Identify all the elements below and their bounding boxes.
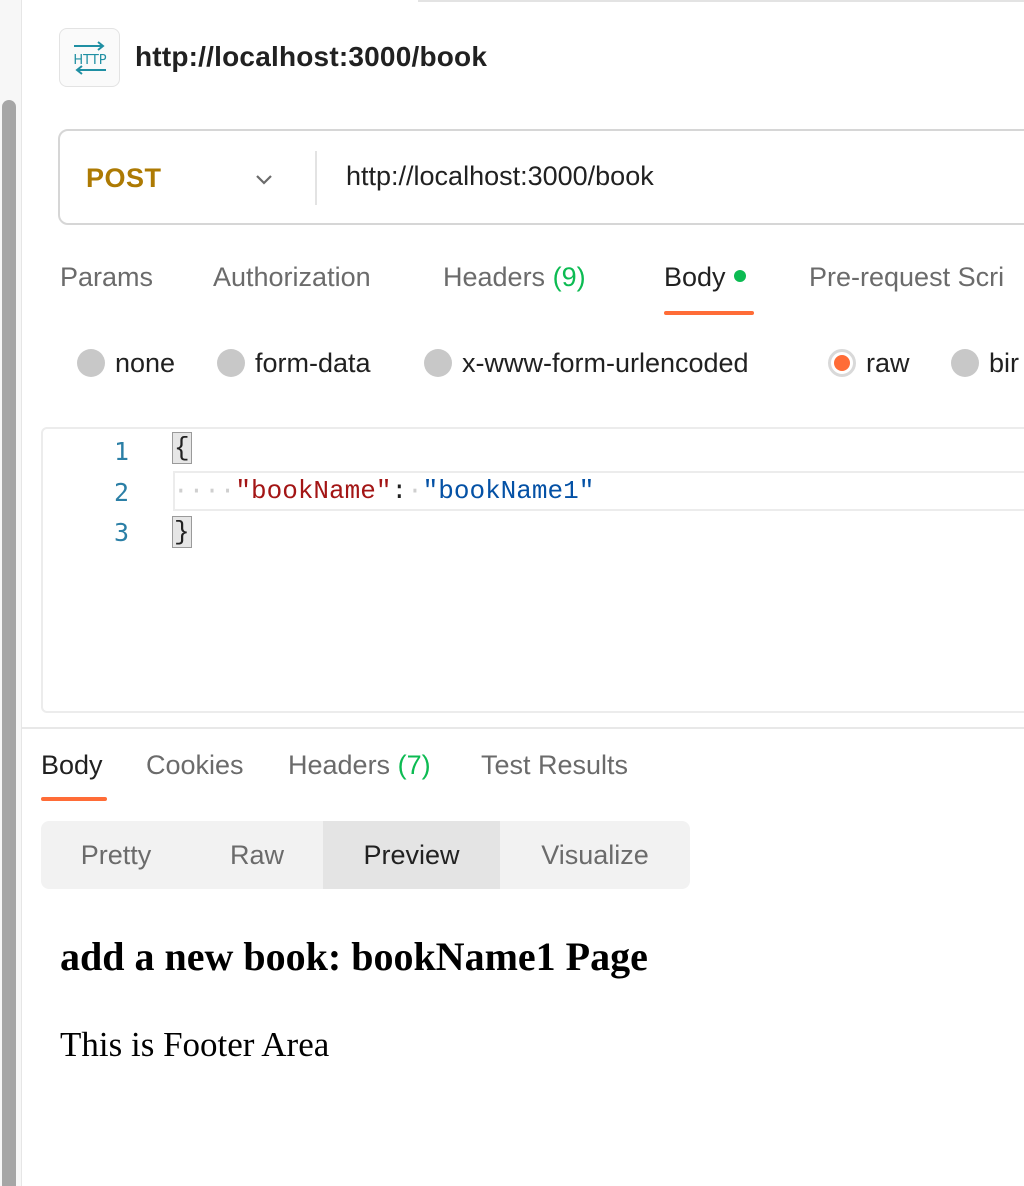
indent-whitespace: · — [407, 476, 423, 506]
line-number: 2 — [113, 478, 129, 507]
pane-resize-handle[interactable] — [22, 727, 1024, 729]
indent-whitespace: ···· — [173, 476, 236, 506]
view-mode-visualize[interactable]: Visualize — [500, 821, 690, 889]
response-tab-cookies[interactable]: Cookies — [146, 750, 244, 781]
view-mode-raw[interactable]: Raw — [191, 821, 323, 889]
line-number: 3 — [113, 518, 129, 547]
response-active-tab-indicator — [41, 797, 107, 801]
radio-none-label: none — [115, 347, 176, 378]
response-tab-body[interactable]: Body — [41, 750, 103, 781]
tab-body-label: Body — [664, 262, 726, 292]
code-editor[interactable]: 1 2 3 { ····"bookName":·"bookName1" } — [41, 427, 1024, 713]
json-value: "bookName1" — [422, 476, 595, 506]
response-tab-test-results[interactable]: Test Results — [481, 750, 628, 781]
radio-urlencoded-label: x-www-form-urlencoded — [462, 347, 749, 378]
json-key: "bookName" — [235, 476, 392, 506]
code-line-1[interactable]: { — [172, 432, 192, 464]
radio-circle-selected — [828, 349, 856, 377]
http-icon-label: HTTP — [73, 53, 106, 68]
tab-headers[interactable]: Headers (9) — [443, 262, 586, 293]
code-line-2[interactable]: ····"bookName":·"bookName1" — [173, 476, 594, 506]
radio-binary-label: bir — [989, 347, 1020, 378]
view-mode-pretty[interactable]: Pretty — [41, 821, 191, 889]
open-brace: { — [172, 432, 192, 464]
url-input[interactable]: http://localhost:3000/book — [346, 161, 654, 192]
tab-authorization[interactable]: Authorization — [213, 262, 371, 293]
radio-form-data[interactable]: form-data — [217, 347, 371, 379]
close-brace: } — [172, 516, 192, 548]
view-mode-preview[interactable]: Preview — [323, 821, 500, 889]
radio-urlencoded[interactable]: x-www-form-urlencoded — [424, 347, 749, 379]
tab-pre-request-script[interactable]: Pre-request Scri — [809, 262, 1004, 293]
radio-circle — [217, 349, 245, 377]
active-tab-indicator — [664, 311, 754, 315]
preview-heading: add a new book: bookName1 Page — [60, 934, 648, 979]
tab-headers-label: Headers — [443, 262, 546, 292]
tab-body[interactable]: Body — [664, 262, 746, 293]
radio-binary[interactable]: bir — [951, 347, 1019, 379]
code-line-3[interactable]: } — [172, 516, 192, 548]
radio-form-data-label: form-data — [255, 347, 371, 378]
url-bar: POST http://localhost:3000/book — [58, 129, 1024, 225]
url-divider — [315, 151, 317, 205]
method-select[interactable]: POST — [86, 163, 162, 194]
json-colon: : — [391, 476, 408, 506]
preview-footer-text: This is Footer Area — [60, 1025, 330, 1064]
request-title[interactable]: http://localhost:3000/book — [135, 41, 487, 73]
radio-circle — [424, 349, 452, 377]
line-number: 1 — [113, 437, 129, 466]
view-mode-switcher: Pretty Raw Preview Visualize — [41, 821, 690, 889]
radio-circle — [951, 349, 979, 377]
response-tab-headers-count: (7) — [397, 750, 431, 780]
http-icon: HTTP — [59, 28, 120, 87]
tab-params[interactable]: Params — [60, 262, 153, 293]
body-indicator-dot — [733, 270, 746, 282]
radio-raw[interactable]: raw — [828, 347, 910, 379]
top-divider — [418, 0, 1024, 2]
tab-headers-count: (9) — [552, 262, 586, 292]
response-tab-headers[interactable]: Headers (7) — [288, 750, 431, 781]
vertical-scrollbar[interactable] — [2, 100, 16, 1186]
radio-circle — [77, 349, 105, 377]
chevron-down-icon[interactable] — [252, 167, 276, 191]
radio-raw-label: raw — [866, 347, 910, 378]
radio-none[interactable]: none — [77, 347, 175, 379]
response-tab-headers-label: Headers — [288, 750, 391, 780]
